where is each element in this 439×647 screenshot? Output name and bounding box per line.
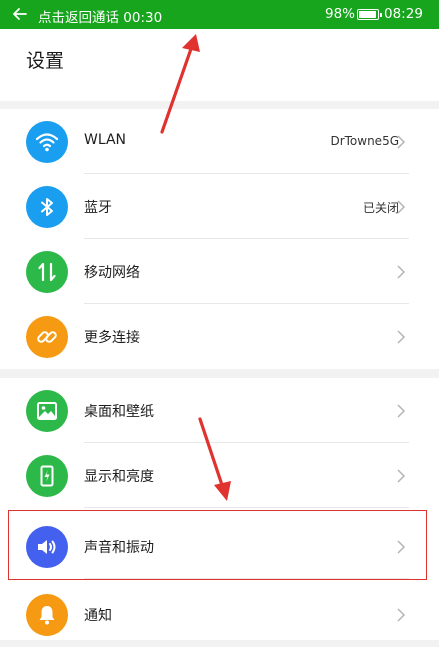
divider [84,578,409,579]
status-bar: 点击返回通话 00:30 98% 08:29 [0,0,439,29]
sound-icon [26,526,68,568]
bluetooth-status: 已关闭 [362,201,399,215]
settings-item-label: WLAN [84,132,127,148]
settings-item-wallpaper[interactable]: 桌面和壁纸 [0,378,439,443]
settings-item-sound-vibration[interactable]: 声音和振动 [0,514,439,579]
chevron-right-icon [397,608,406,622]
settings-item-wlan[interactable]: WLAN DrTowne5G [0,109,439,174]
chevron-right-icon [397,135,406,149]
divider [84,507,409,508]
settings-item-bluetooth[interactable]: 蓝牙 已关闭 [0,174,439,239]
chevron-right-icon [397,330,406,344]
settings-item-label: 桌面和壁纸 [84,404,154,420]
mobile-network-icon [26,251,68,293]
settings-item-label: 更多连接 [84,330,140,346]
settings-item-label: 声音和振动 [84,540,154,556]
settings-item-more-connections[interactable]: 更多连接 [0,304,439,369]
chevron-right-icon [397,404,406,418]
back-arrow-icon[interactable] [12,6,28,22]
battery-percent: 98% [325,6,356,22]
settings-item-display-brightness[interactable]: 显示和亮度 [0,443,439,508]
settings-item-label: 蓝牙 [84,200,112,216]
page-header: 设置 [0,29,439,101]
settings-item-label: 通知 [84,608,112,624]
chevron-right-icon [397,469,406,483]
settings-group-display-sound: 桌面和壁纸 显示和亮度 声音和振动 通知 [0,378,439,640]
wallpaper-icon [26,390,68,432]
settings-item-mobile-network[interactable]: 移动网络 [0,239,439,304]
wlan-network-name: DrTowne5G [330,134,399,148]
display-brightness-icon [26,455,68,497]
status-time: 08:29 [384,6,423,22]
settings-group-connectivity: WLAN DrTowne5G 蓝牙 已关闭 移动网络 更多连接 [0,109,439,369]
chevron-right-icon [397,200,406,214]
settings-item-label: 显示和亮度 [84,469,154,485]
chevron-right-icon [397,265,406,279]
chevron-right-icon [397,540,406,554]
bell-icon [26,594,68,636]
settings-item-label: 移动网络 [84,265,140,281]
bluetooth-icon [26,186,68,228]
battery-icon [357,9,382,20]
settings-item-notifications[interactable]: 通知 [0,582,439,647]
wifi-icon [26,121,68,163]
return-to-call-text[interactable]: 点击返回通话 00:30 [38,6,162,26]
link-icon [26,316,68,358]
page-title: 设置 [26,50,65,72]
